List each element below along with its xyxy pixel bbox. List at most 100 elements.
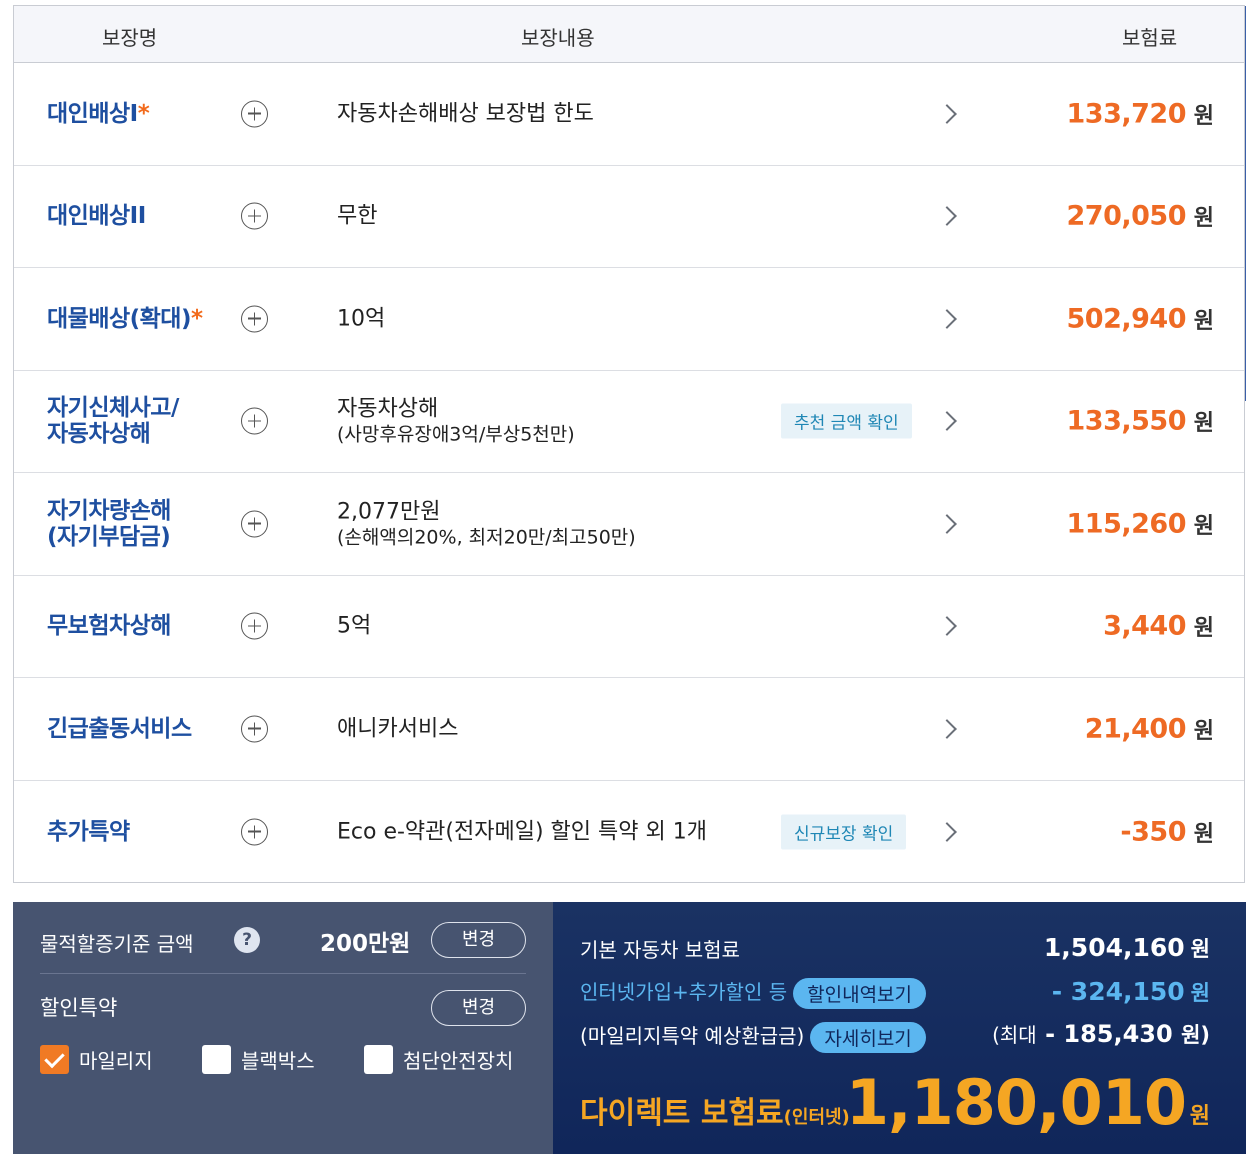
premium-amount: 270,050: [1066, 200, 1187, 232]
coverage-name: 자기신체사고/ 자동차상해: [47, 395, 179, 447]
discount-value: - 324,150: [1051, 977, 1185, 1006]
chevron-right-icon[interactable]: [937, 513, 957, 534]
discount-row: 인터넷가입+추가할인 등 할인내역보기: [580, 976, 927, 1009]
coverage-name: 대물배상(확대)*: [47, 306, 203, 332]
table-row[interactable]: 자기차량손해 (자기부담금) 2,077만원 (손해액의20%, 최저20만/최고5…: [14, 473, 1244, 576]
help-icon[interactable]: ?: [234, 927, 260, 953]
header-coverage-content: 보장내용: [521, 26, 595, 50]
won-unit: 원: [1193, 821, 1214, 847]
checkbox-checked-icon[interactable]: [40, 1045, 69, 1074]
premium-amount: 133,720: [1066, 98, 1187, 130]
threshold-row: 물적할증기준 금액 ? 200만원 변경: [40, 922, 526, 974]
chevron-right-icon[interactable]: [937, 103, 957, 124]
coverage-content: Eco e-약관(전자메일) 할인 특약 외 1개: [337, 818, 707, 845]
chevron-right-icon[interactable]: [937, 821, 957, 842]
checkbox-blackbox-label: 블랙박스: [241, 1049, 315, 1073]
coverage-name-text: 추가특약: [47, 818, 130, 845]
won-unit: 원: [1193, 513, 1214, 539]
expand-plus-icon[interactable]: [241, 510, 268, 538]
coverage-content: 자동차손해배상 보장법 한도: [337, 100, 594, 127]
checkbox-unchecked-icon[interactable]: [202, 1045, 231, 1074]
coverage-tag-button[interactable]: 추천 금액 확인: [781, 403, 912, 439]
won-unit: 원: [1193, 616, 1214, 642]
coverage-name-text: 자기차량손해 (자기부담금): [47, 497, 171, 550]
discount-label: 인터넷가입+추가할인 등: [580, 980, 788, 1004]
won-unit: 원: [1190, 937, 1210, 961]
chevron-right-icon[interactable]: [937, 718, 957, 739]
coverage-name-text: 긴급출동서비스: [47, 715, 192, 742]
table-row[interactable]: 긴급출동서비스 애니카서비스 21,400 원: [14, 678, 1244, 781]
coverage-table: 보장명 보장내용 보험료 대인배상I* 자동차손해배상 보장법 한도 133,720…: [13, 5, 1246, 883]
checkbox-unchecked-icon[interactable]: [364, 1045, 393, 1074]
coverage-name: 대인배상II: [47, 203, 146, 229]
premium-amount: 115,260: [1066, 508, 1187, 540]
table-row[interactable]: 대물배상(확대)* 10억 502,940 원: [14, 268, 1244, 371]
summary-panel: 물적할증기준 금액 ? 200만원 변경 할인특약 변경 마일리지 블랙박스 첨…: [13, 902, 1246, 1154]
won-unit: 원: [1193, 103, 1214, 129]
discount-change-button[interactable]: 변경: [431, 990, 526, 1026]
checkbox-safety[interactable]: 첨단안전장치: [364, 1045, 513, 1074]
coverage-content-sub: (사망후유장애3억/부상5천만): [337, 423, 575, 446]
premium-amount: -350: [1120, 816, 1186, 848]
required-star: *: [190, 305, 203, 332]
coverage-content-sub: (손해액의20%, 최저20만/최고50만): [337, 526, 636, 549]
coverage-content: 애니카서비스: [337, 715, 458, 742]
coverage-name: 긴급출동서비스: [47, 716, 192, 742]
coverage-tag-button[interactable]: 신규보장 확인: [781, 814, 907, 850]
expand-plus-icon[interactable]: [241, 305, 268, 333]
expand-plus-icon[interactable]: [241, 202, 268, 230]
options-panel: 물적할증기준 금액 ? 200만원 변경 할인특약 변경 마일리지 블랙박스 첨…: [13, 902, 553, 1154]
won-unit: 원: [1193, 206, 1214, 232]
table-body: 대인배상I* 자동차손해배상 보장법 한도 133,720 원 대인배상II 무한 270,…: [14, 63, 1244, 883]
coverage-content-text: 자동차상해: [337, 396, 439, 422]
table-row[interactable]: 무보험차상해 5억 3,440 원: [14, 576, 1244, 678]
coverage-content-text: 10억: [337, 306, 386, 332]
table-row[interactable]: 추가특약 Eco e-약관(전자메일) 할인 특약 외 1개 신규보장 확인 -350…: [14, 781, 1244, 884]
premium-amount: 3,440: [1103, 610, 1186, 642]
chevron-right-icon[interactable]: [937, 616, 957, 637]
coverage-name: 자기차량손해 (자기부담금): [47, 498, 171, 550]
table-row[interactable]: 대인배상II 무한 270,050 원: [14, 166, 1244, 268]
direct-premium-won: 원: [1189, 1104, 1210, 1129]
discount-detail-button[interactable]: 할인내역보기: [793, 978, 927, 1009]
direct-label-small: (인터넷): [783, 1107, 850, 1128]
won-unit: 원: [1190, 981, 1210, 1005]
coverage-name: 추가특약: [47, 819, 130, 845]
expand-plus-icon[interactable]: [241, 818, 268, 846]
table-row[interactable]: 대인배상I* 자동차손해배상 보장법 한도 133,720 원: [14, 63, 1244, 166]
expand-plus-icon[interactable]: [241, 100, 268, 128]
premium-summary: 기본 자동차 보험료 1,504,160 원 인터넷가입+추가할인 등 할인내역보기…: [553, 902, 1246, 1154]
mileage-amount: (최대 - 185,430 원): [992, 1019, 1210, 1049]
expand-plus-icon[interactable]: [241, 612, 268, 640]
coverage-content: 5억: [337, 613, 371, 640]
chevron-right-icon[interactable]: [937, 411, 957, 432]
coverage-content-text: 5억: [337, 613, 372, 639]
coverage-content: 2,077만원 (손해액의20%, 최저20만/최고50만): [337, 498, 636, 549]
table-row[interactable]: 자기신체사고/ 자동차상해 자동차상해 (사망후유장애3억/부상5천만) 추천 금액 …: [14, 371, 1244, 473]
expand-plus-icon[interactable]: [241, 407, 268, 435]
checkbox-mileage-label: 마일리지: [79, 1049, 153, 1073]
threshold-change-button[interactable]: 변경: [431, 922, 526, 958]
expand-plus-icon[interactable]: [241, 715, 268, 743]
coverage-name-text: 대인배상II: [47, 203, 146, 230]
checkbox-safety-label: 첨단안전장치: [403, 1049, 514, 1073]
won-unit: 원: [1193, 718, 1214, 744]
mileage-prefix: (최대: [992, 1023, 1037, 1047]
mileage-label: (마일리지특약 예상환급금): [580, 1024, 805, 1048]
header-coverage-name: 보장명: [102, 26, 158, 50]
coverage-content-text: 애니카서비스: [337, 716, 459, 742]
coverage-content: 무한: [337, 203, 377, 230]
base-premium-label: 기본 자동차 보험료: [580, 938, 740, 962]
checkbox-mileage[interactable]: 마일리지: [40, 1045, 153, 1074]
checkbox-blackbox[interactable]: 블랙박스: [202, 1045, 315, 1074]
chevron-right-icon[interactable]: [937, 206, 957, 227]
mileage-suffix: 원): [1181, 1023, 1210, 1047]
threshold-value: 200만원: [320, 931, 411, 957]
header-premium: 보험료: [1122, 26, 1178, 50]
chevron-right-icon[interactable]: [937, 308, 957, 329]
mileage-detail-button[interactable]: 자세히보기: [810, 1022, 926, 1053]
won-unit: 원: [1193, 411, 1214, 437]
premium-amount: 21,400: [1084, 713, 1187, 745]
coverage-content-text: 2,077만원: [337, 499, 441, 525]
won-unit: 원: [1193, 308, 1214, 334]
